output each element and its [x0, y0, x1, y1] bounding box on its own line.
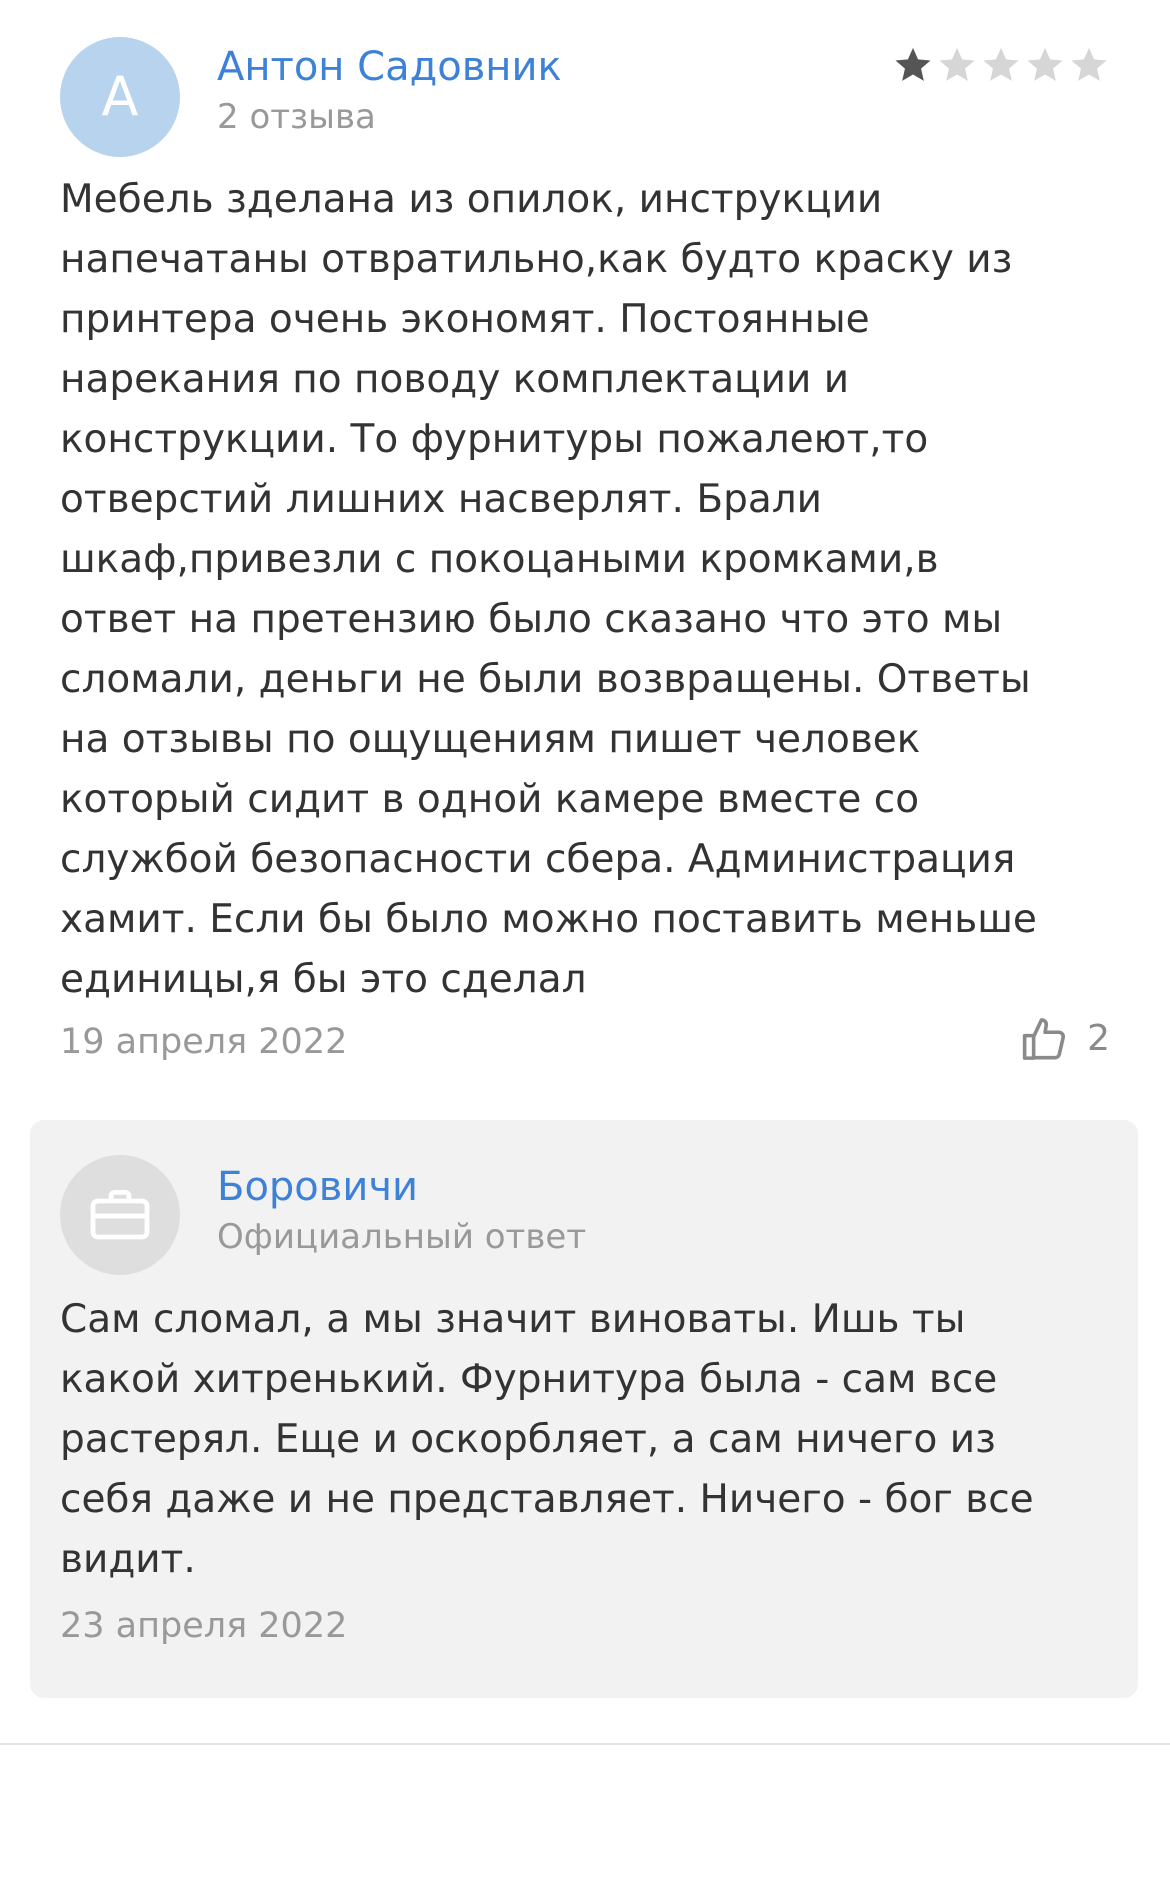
- official-answer: Боровичи Официальный ответ Сам сломал, а…: [30, 1120, 1138, 1698]
- star-empty-icon: [939, 47, 975, 81]
- answer-date: 23 апреля 2022: [60, 1606, 348, 1646]
- review-date: 19 апреля 2022: [60, 1022, 348, 1062]
- author-name[interactable]: Антон Садовник: [217, 42, 562, 92]
- star-empty-icon: [983, 47, 1019, 81]
- briefcase-icon: [90, 1190, 150, 1240]
- official-answer-label: Официальный ответ: [217, 1217, 587, 1257]
- like-button[interactable]: 2: [1019, 1012, 1110, 1066]
- author-review-count: 2 отзыва: [217, 97, 376, 137]
- company-avatar: [60, 1155, 180, 1275]
- company-name[interactable]: Боровичи: [217, 1162, 418, 1212]
- like-count: 2: [1087, 1018, 1110, 1059]
- thumbs-up-icon: [1022, 1018, 1066, 1060]
- star-filled-icon: [895, 47, 931, 81]
- answer-text: Сам сломал, а мы значит виноваты. Ишь ты…: [60, 1297, 1034, 1582]
- divider: [0, 1743, 1170, 1745]
- rating-stars: [892, 44, 1110, 86]
- review-text: Мебель зделана из опилок, инструкции нап…: [60, 177, 1037, 1002]
- star-empty-icon: [1027, 47, 1063, 81]
- star-empty-icon: [1071, 47, 1107, 81]
- author-avatar[interactable]: А: [60, 37, 180, 157]
